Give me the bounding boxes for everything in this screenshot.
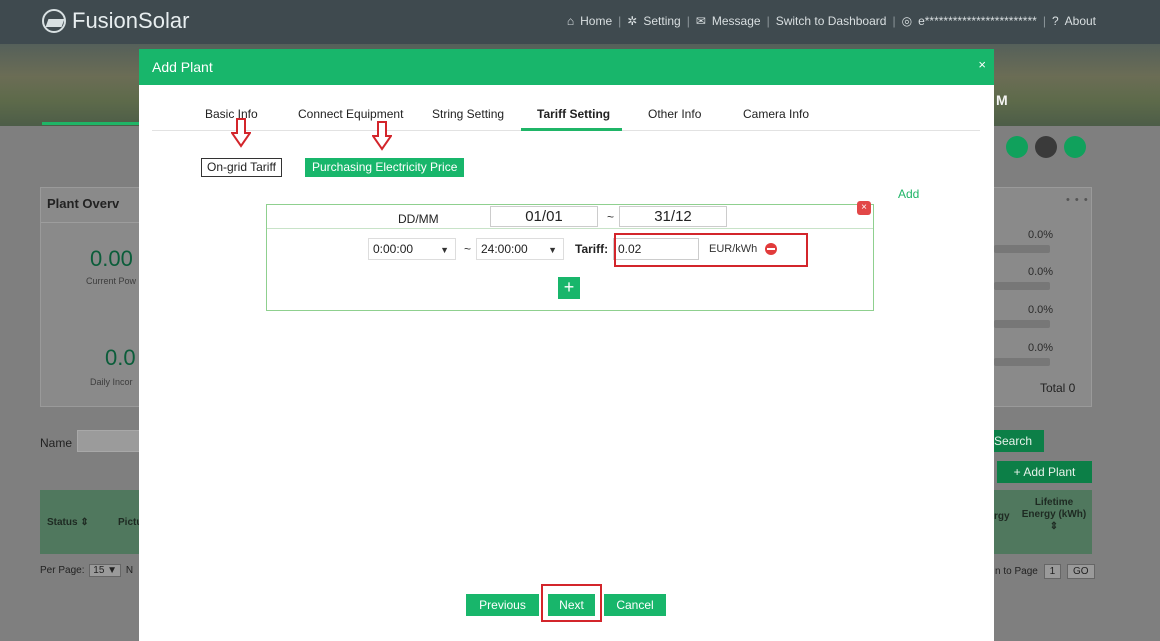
progress-bar [994,245,1050,253]
per-page-label: Per Page: [40,565,85,576]
delete-period-icon[interactable]: × [857,201,871,215]
name-input[interactable] [77,430,143,452]
active-nav-indicator [42,122,142,125]
help-icon: ? [1051,14,1059,28]
previous-button[interactable]: Previous [466,594,539,616]
nav-message[interactable]: Message [712,14,761,28]
status-card [993,187,1092,407]
add-plant-dialog: Add Plant × Basic Info Connect Equipment… [139,49,994,641]
nav-dashboard[interactable]: Switch to Dashboard [776,14,887,28]
chevron-down-icon: ▼ [440,245,449,255]
start-time-select[interactable]: 0:00:00 ▼ [368,238,456,260]
goto-page-input[interactable]: 1 [1043,564,1062,579]
column-status[interactable]: Status ⇕ [47,517,89,528]
column-lifetime-energy[interactable]: Lifetime Energy (kWh) ⇕ [1018,497,1090,533]
dialog-title: Add Plant [152,59,213,75]
chevron-down-icon: ▼ [548,245,557,255]
envelope-icon: ✉ [695,14,706,28]
start-date-input[interactable]: 01/01 [490,206,598,227]
nav-home[interactable]: Home [580,14,612,28]
date-range-row: DD/MM 01/01 ~ 31/12 × [267,201,873,229]
chevron-up-icon[interactable] [1064,136,1086,158]
app-name: FusionSolar [72,8,190,33]
nav-setting[interactable]: Setting [643,14,680,28]
ongrid-tariff-button[interactable]: On-grid Tariff [201,158,282,177]
nav-about[interactable]: About [1065,14,1096,28]
current-power-label: Current Pow [86,276,137,286]
close-icon[interactable]: × [978,57,986,72]
tab-string-setting[interactable]: String Setting [432,107,504,121]
fusionsolar-logo[interactable]: FusionSolar [42,8,189,34]
tab-tariff-setting[interactable]: Tariff Setting [537,107,610,121]
daily-income-value: 0.0 [105,345,136,370]
end-time-value: 24:00:00 [481,242,528,256]
plant-overview-card: Plant Overv [40,187,142,407]
tariff-label: Tariff: [575,242,609,256]
tab-connect-equipment[interactable]: Connect Equipment [298,107,403,121]
user-icon: ◎ [901,14,913,28]
top-bar: FusionSolar ⌂ Home | ✲ Setting | ✉ Messa… [0,0,1160,44]
per-page-suffix: N [125,565,134,576]
tab-camera-info[interactable]: Camera Info [743,107,809,121]
arrow-down-icon [231,118,251,148]
add-row-button[interactable]: + [558,277,580,299]
highlight-box [614,233,808,267]
start-time-value: 0:00:00 [373,242,414,256]
progress-bar [994,358,1050,366]
home-icon: ⌂ [566,14,575,28]
per-page-control: Per Page: 15 ▼ N [40,564,133,577]
gear-icon: ✲ [627,14,638,28]
search-button[interactable]: Search [992,430,1044,452]
tab-other-info[interactable]: Other Info [648,107,701,121]
ddmm-label: DD/MM [398,212,439,226]
cancel-button[interactable]: Cancel [604,594,666,616]
end-date-input[interactable]: 31/12 [619,206,727,227]
list-view-icon[interactable] [1006,136,1028,158]
globe-icon[interactable] [1035,136,1057,158]
progress-bar [994,320,1050,328]
top-nav: ⌂ Home | ✲ Setting | ✉ Message | Switch … [566,14,1096,28]
arrow-down-icon [372,121,392,151]
daily-income-label: Daily Incor [90,377,133,387]
end-time-select[interactable]: 24:00:00 ▼ [476,238,564,260]
total-count: Total 0 [1040,381,1076,395]
column-energy: rgy [994,511,1010,522]
logo-icon [42,9,66,33]
goto-label: n to Page [995,566,1038,577]
add-plant-button[interactable]: + Add Plant [997,461,1092,483]
percent-2: 0.0% [1028,266,1054,278]
percent-1: 0.0% [1028,229,1054,241]
percent-4: 0.0% [1028,342,1054,354]
go-button[interactable]: GO [1066,564,1095,579]
dialog-header: Add Plant × [139,49,994,85]
time-separator: ~ [464,242,472,256]
name-label: Name [40,436,73,450]
nav-user[interactable]: e************************ [918,14,1037,28]
goto-page-control: n to Page 1 GO [995,564,1095,579]
current-power-value: 0.00 [90,246,133,271]
date-separator: ~ [607,210,615,224]
more-icon[interactable]: • • • [1066,194,1089,206]
per-page-select[interactable]: 15 ▼ [89,564,122,577]
highlight-box [541,584,602,622]
purchasing-price-button[interactable]: Purchasing Electricity Price [305,158,465,177]
progress-bar [994,282,1050,290]
plant-overview-title: Plant Overv [47,196,120,211]
percent-3: 0.0% [1028,304,1054,316]
tab-bar: Basic Info Connect Equipment String Sett… [152,95,980,131]
banner-text: M [996,92,1008,108]
add-period-link[interactable]: Add [898,187,919,201]
active-tab-indicator [521,128,622,131]
